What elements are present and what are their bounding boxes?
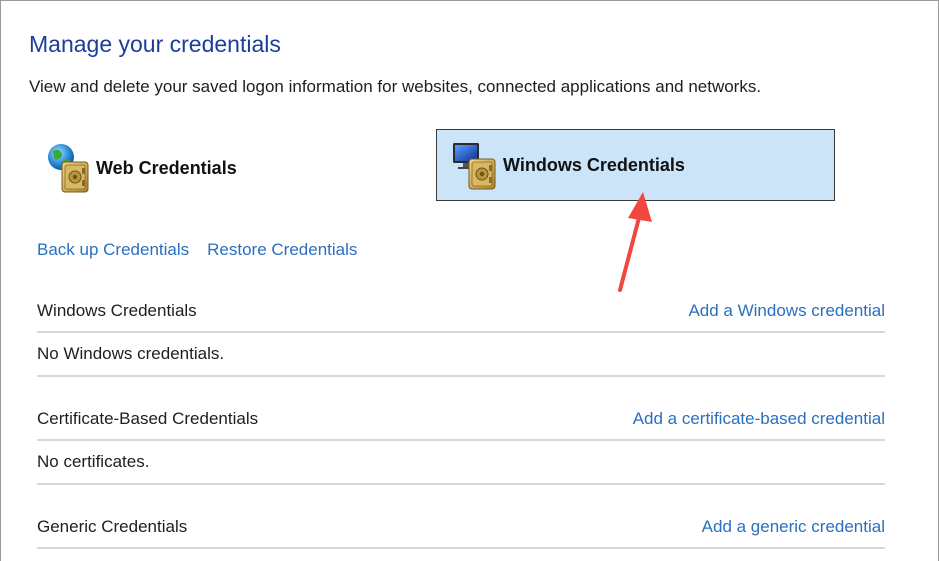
empty-state: No Windows credentials. — [37, 333, 885, 377]
add-windows-credential-link[interactable]: Add a Windows credential — [688, 301, 885, 321]
web-credentials-label: Web Credentials — [96, 157, 237, 178]
windows-credentials-label: Windows Credentials — [503, 154, 685, 175]
page-description: View and delete your saved logon informa… — [29, 77, 762, 96]
globe-vault-icon — [44, 142, 96, 194]
monitor-vault-icon — [451, 139, 503, 191]
empty-state: No certificates. — [37, 441, 885, 485]
section-title: Windows Credentials — [37, 300, 197, 320]
add-certificate-credential-link[interactable]: Add a certificate-based credential — [633, 409, 885, 429]
windows-credentials-section: Windows Credentials Add a Windows creden… — [37, 290, 885, 377]
section-header: Certificate-Based Credentials Add a cert… — [37, 398, 885, 441]
page-title: Manage your credentials — [29, 31, 281, 57]
windows-credentials-tile[interactable]: Windows Credentials — [436, 129, 835, 201]
web-credentials-tile[interactable]: Web Credentials — [44, 138, 364, 198]
section-header: Windows Credentials Add a Windows creden… — [37, 290, 885, 333]
back-up-credentials-link[interactable]: Back up Credentials — [37, 240, 189, 260]
certificate-credentials-section: Certificate-Based Credentials Add a cert… — [37, 398, 885, 485]
section-title: Certificate-Based Credentials — [37, 408, 259, 428]
section-title: Generic Credentials — [37, 516, 188, 536]
backup-restore-links: Back up Credentials Restore Credentials — [37, 240, 357, 260]
restore-credentials-link[interactable]: Restore Credentials — [207, 240, 357, 260]
add-generic-credential-link[interactable]: Add a generic credential — [702, 517, 885, 537]
